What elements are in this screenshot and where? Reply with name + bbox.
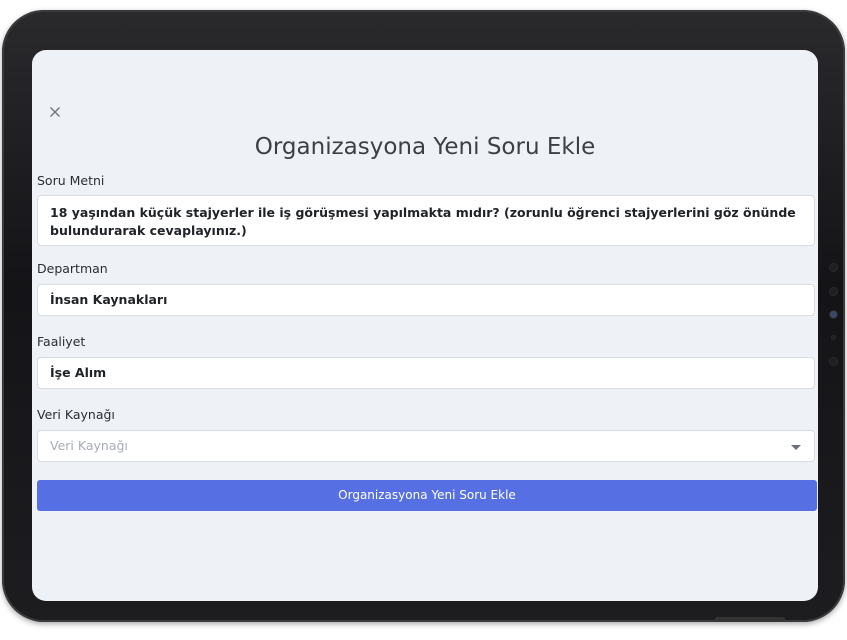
sensor-dot (829, 357, 838, 366)
hardware-button (715, 617, 785, 621)
activity-label: Faaliyet (37, 334, 86, 349)
add-question-button[interactable]: Organizasyona Yeni Soru Ekle (37, 480, 817, 511)
activity-input[interactable]: İşe Alım (37, 357, 815, 389)
question-textarea[interactable]: 18 yaşından küçük stajyerler ile iş görü… (37, 195, 815, 246)
department-input[interactable]: İnsan Kaynakları (37, 284, 815, 316)
data-source-label: Veri Kaynağı (37, 407, 115, 422)
camera-lens (829, 310, 838, 319)
tablet-frame: Organizasyona Yeni Soru Ekle Soru Metni … (2, 10, 845, 622)
close-icon (50, 107, 60, 117)
data-source-select[interactable]: Veri Kaynağı (37, 430, 815, 462)
chevron-down-icon (791, 445, 801, 450)
sensor-dot (831, 335, 836, 340)
question-label: Soru Metni (37, 173, 105, 188)
department-label: Departman (37, 261, 108, 276)
modal-title: Organizasyona Yeni Soru Ekle (254, 134, 596, 160)
modal-screen: Organizasyona Yeni Soru Ekle Soru Metni … (32, 50, 818, 601)
sensor-dot (829, 287, 838, 296)
sensor-dot (829, 263, 838, 272)
data-source-placeholder: Veri Kaynağı (50, 438, 128, 453)
close-button[interactable] (47, 104, 63, 120)
